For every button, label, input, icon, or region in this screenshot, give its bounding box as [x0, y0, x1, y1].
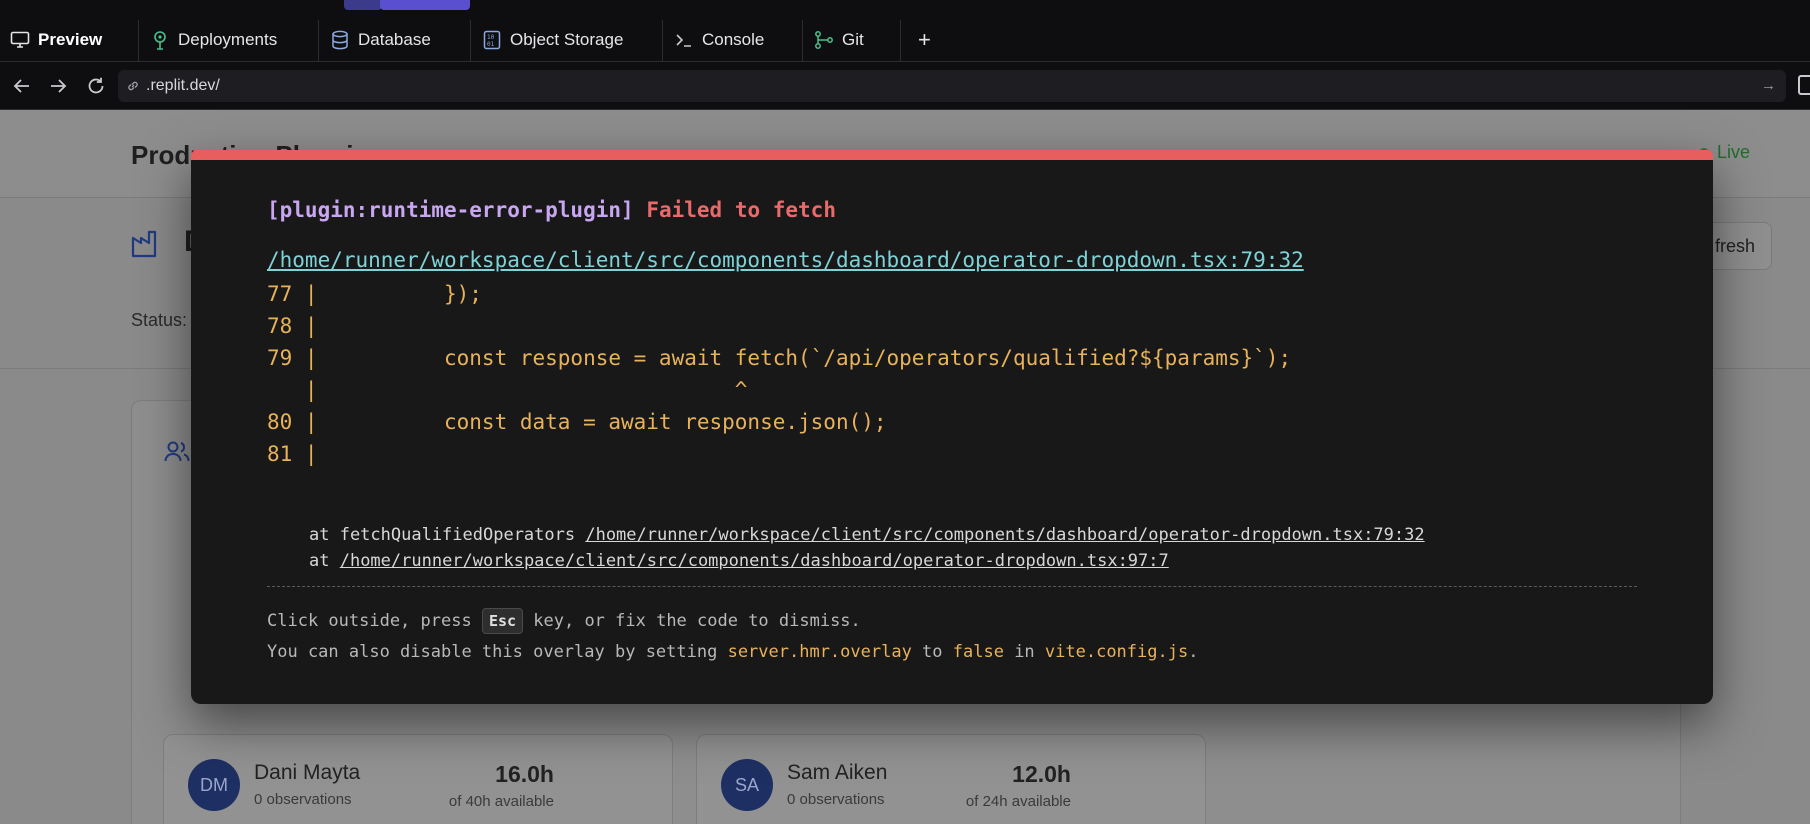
runtime-error-overlay[interactable]: [plugin:runtime-error-plugin] Failed to …	[191, 150, 1713, 704]
stack-link[interactable]: /home/runner/workspace/client/src/compon…	[340, 551, 1169, 571]
error-heading: [plugin:runtime-error-plugin] Failed to …	[267, 198, 836, 222]
add-tab-button[interactable]: +	[908, 18, 941, 62]
tip-file: vite.config.js	[1044, 642, 1189, 662]
tip-line: Click outside, press Esc key, or fix the…	[267, 606, 1198, 637]
tab-label: Console	[702, 30, 765, 49]
operator-observations: 0 observations	[254, 791, 352, 808]
tab-indicator	[344, 0, 382, 10]
svg-text:10: 10	[487, 34, 495, 41]
refresh-label: fresh	[1714, 235, 1755, 256]
tab-deployments[interactable]: Deployments	[140, 18, 287, 62]
tip-text: You can also disable this overlay by set…	[267, 642, 728, 662]
factory-icon	[131, 230, 157, 258]
operator-observations: 0 observations	[787, 791, 885, 808]
tip-text: Click outside, press	[267, 611, 482, 631]
operator-name: Dani Mayta	[254, 761, 361, 784]
arrow-right-icon	[51, 79, 67, 93]
dismiss-tip: Click outside, press Esc key, or fix the…	[267, 606, 1198, 668]
tab-database[interactable]: Database	[320, 18, 441, 62]
stack-frame: at fetchQualifiedOperators /home/runner/…	[309, 522, 1425, 548]
tab-label: Database	[358, 30, 431, 49]
operator-card[interactable]: DM Dani Mayta 0 observations 16.0h of 40…	[163, 734, 673, 824]
error-plugin-name: [plugin:runtime-error-plugin]	[267, 198, 634, 222]
devices-icon[interactable]	[1798, 75, 1810, 95]
tip-text: to	[911, 642, 953, 662]
code-line: 79 | const response = await fetch(`/api/…	[267, 346, 1292, 370]
code-line: 77 | });	[267, 282, 482, 306]
url-text: .replit.dev/	[146, 77, 220, 94]
go-arrow-icon[interactable]: →	[1761, 77, 1776, 94]
operator-available: of 24h available	[965, 793, 1071, 810]
link-icon	[128, 81, 138, 91]
operator-name: Sam Aiken	[787, 761, 888, 784]
code-frame: 77 | }); 78 | 79 | const response = await …	[267, 278, 1291, 470]
operator-hours: 16.0h	[495, 761, 554, 787]
error-message: Failed to fetch	[646, 198, 836, 222]
code-line: | ^	[267, 378, 748, 402]
deploy-icon	[150, 30, 170, 50]
operator-available: of 40h available	[448, 793, 554, 810]
forward-button[interactable]	[46, 74, 70, 98]
code-line: 81 |	[267, 442, 318, 466]
operator-hours: 12.0h	[1012, 761, 1071, 787]
tab-divider	[662, 20, 663, 62]
reload-button[interactable]	[84, 74, 108, 98]
stack-frame: at /home/runner/workspace/client/src/com…	[309, 548, 1425, 574]
tab-object-storage[interactable]: 10 01 Object Storage	[472, 18, 633, 62]
esc-key-badge: Esc	[481, 608, 524, 634]
monitor-icon	[10, 30, 30, 50]
code-line: 78 |	[267, 314, 318, 338]
url-bar[interactable]: .replit.dev/ →	[118, 70, 1786, 102]
operator-card[interactable]: SA Sam Aiken 0 observations 12.0h of 24h…	[696, 734, 1206, 824]
tip-line: You can also disable this overlay by set…	[267, 637, 1198, 668]
code-line: 80 | const data = await response.json();	[267, 410, 887, 434]
status-label: Status:	[131, 310, 188, 330]
database-icon	[330, 30, 350, 50]
git-icon	[814, 30, 834, 50]
storage-icon: 10 01	[482, 30, 502, 50]
tab-divider	[138, 20, 139, 62]
avatar: DM	[188, 759, 240, 811]
stack-link[interactable]: /home/runner/workspace/client/src/compon…	[585, 525, 1424, 545]
arrow-left-icon	[13, 79, 29, 93]
plus-icon: +	[918, 27, 931, 52]
tab-label: Preview	[38, 30, 103, 49]
tip-text: .	[1188, 642, 1199, 662]
tip-value: false	[952, 642, 1004, 662]
tab-console[interactable]: Console	[664, 18, 774, 62]
stack-trace: at fetchQualifiedOperators /home/runner/…	[309, 522, 1425, 574]
tab-git[interactable]: Git	[804, 18, 874, 62]
error-file-link[interactable]: /home/runner/workspace/client/src/compon…	[267, 248, 1304, 272]
terminal-icon	[674, 30, 694, 50]
live-label: Live	[1717, 142, 1751, 162]
browser-nav-bar: .replit.dev/ →	[0, 62, 1810, 110]
back-button[interactable]	[10, 74, 34, 98]
tab-label: Git	[842, 30, 864, 49]
tip-setting: server.hmr.overlay	[727, 642, 912, 662]
overlay-divider	[267, 586, 1637, 587]
users-icon	[164, 441, 190, 462]
tab-divider	[470, 20, 471, 62]
tip-text: key, or fix the code to dismiss.	[523, 611, 861, 631]
stack-prefix: at	[309, 551, 340, 571]
tab-label: Deployments	[178, 30, 278, 49]
reload-icon	[88, 77, 104, 94]
tab-divider	[802, 20, 803, 62]
tab-divider	[318, 20, 319, 62]
stack-prefix: at fetchQualifiedOperators	[309, 525, 586, 545]
avatar: SA	[721, 759, 773, 811]
svg-text:01: 01	[487, 41, 495, 48]
tab-label: Object Storage	[510, 30, 624, 49]
tab-preview[interactable]: Preview	[0, 18, 112, 62]
tab-divider	[900, 20, 901, 62]
tip-text: in	[1003, 642, 1045, 662]
workspace-tab-bar: Preview Deployments Database 10 01 Object…	[0, 0, 1810, 62]
tab-indicator-active	[380, 0, 470, 10]
